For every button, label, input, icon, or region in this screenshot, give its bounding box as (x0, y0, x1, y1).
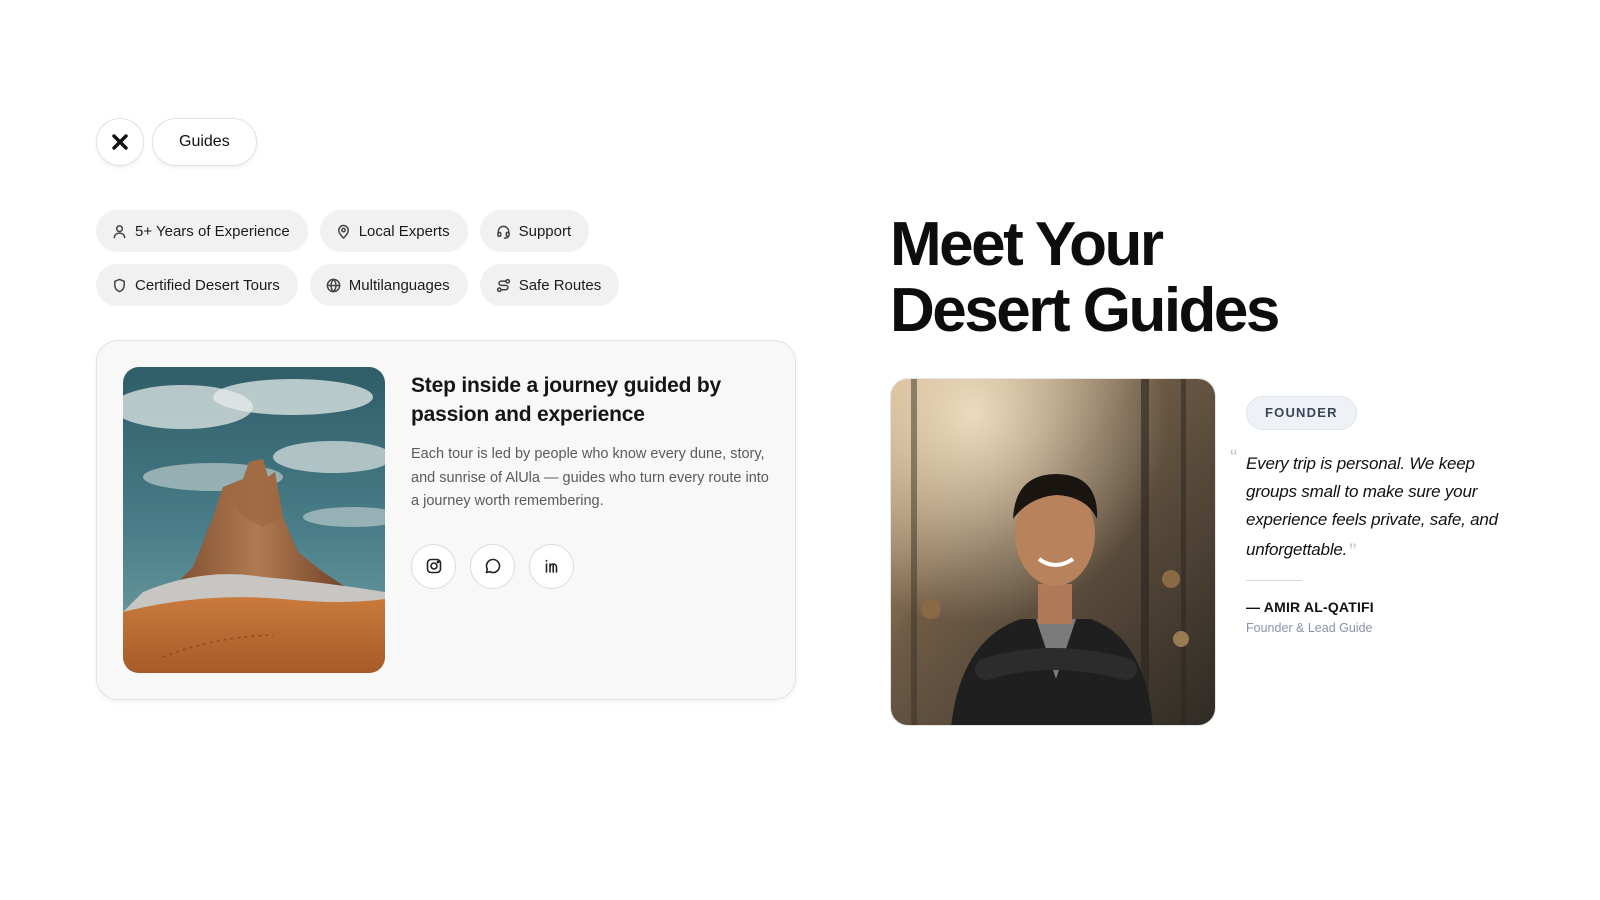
globe-icon (326, 278, 341, 292)
instagram-button[interactable] (411, 543, 456, 589)
feature-chip-safe-routes: Safe Routes (479, 264, 620, 306)
feature-chip-support: Support (479, 210, 590, 252)
journey-card: Step inside a journey guided by passion … (96, 340, 796, 700)
logo-button[interactable] (96, 118, 144, 166)
social-links (411, 543, 771, 589)
headset-icon (496, 225, 510, 239)
founder-quote: “ Every trip is personal. We keep groups… (1230, 445, 1516, 564)
page-heading: Meet Your Desert Guides (890, 210, 1280, 345)
linkedin-button[interactable] (529, 543, 574, 589)
heading-line-2: Desert Guides (890, 276, 1280, 345)
feature-chips: 5+ Years of Experience Local Experts Sup… (96, 210, 736, 306)
feature-chip-certified: Certified Desert Tours (96, 264, 298, 306)
linkedin-icon (545, 559, 557, 573)
founder-badge: FOUNDER (1246, 396, 1357, 430)
feature-chip-label: Certified Desert Tours (135, 276, 280, 294)
guides-button[interactable]: Guides (152, 118, 257, 166)
quote-close-icon: ” (1349, 539, 1357, 564)
map-pin-icon (337, 224, 349, 239)
feature-chip-label: Support (518, 222, 572, 240)
founder-quote-block: FOUNDER “ Every trip is personal. We kee… (1230, 396, 1516, 635)
founder-photo (890, 378, 1216, 726)
user-icon (113, 224, 126, 238)
feature-chip-local-experts: Local Experts (319, 210, 468, 252)
chat-button[interactable] (470, 543, 515, 589)
quote-text: Every trip is personal. We keep groups s… (1246, 454, 1498, 559)
close-x-icon (112, 134, 128, 150)
founder-role: Founder & Lead Guide (1246, 621, 1373, 635)
card-description: Each tour is led by people who know ever… (411, 446, 769, 509)
feature-chip-multilanguages: Multilanguages (309, 264, 468, 306)
route-icon (496, 278, 510, 292)
feature-chip-experience: 5+ Years of Experience (96, 210, 308, 252)
heading-line-1: Meet Your (890, 210, 1164, 279)
founder-name: — AMIR AL-QATIFI (1246, 599, 1374, 615)
quote-open-icon: “ (1230, 445, 1238, 470)
feature-chip-label: Local Experts (358, 222, 450, 240)
instagram-icon (426, 558, 441, 574)
journey-card-text: Step inside a journey guided by passion … (411, 371, 771, 589)
feature-chip-label: Safe Routes (518, 276, 602, 294)
shield-icon (114, 278, 125, 292)
chat-bubble-icon (485, 558, 500, 574)
feature-chip-label: 5+ Years of Experience (135, 222, 290, 240)
feature-chip-label: Multilanguages (348, 276, 450, 294)
divider (1246, 580, 1302, 581)
desert-rock-photo (123, 367, 385, 673)
top-nav: Guides (96, 118, 257, 166)
card-title: Step inside a journey guided by passion … (411, 374, 722, 426)
